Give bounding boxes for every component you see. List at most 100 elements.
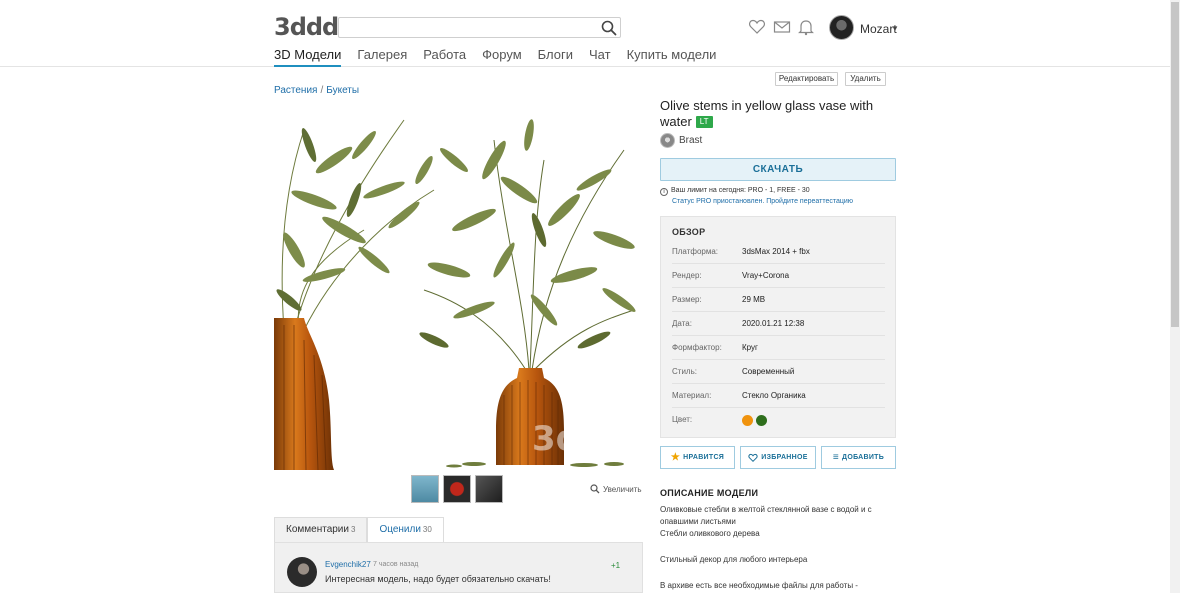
main-nav: 3D Модели Галерея Работа Форум Блоги Чат… bbox=[274, 47, 716, 67]
model-preview-image[interactable]: 3ddd bbox=[274, 100, 642, 470]
author-avatar[interactable] bbox=[660, 133, 675, 148]
comment-text: Интересная модель, надо будет обязательн… bbox=[325, 574, 551, 584]
scrollbar[interactable] bbox=[1170, 0, 1180, 593]
overview-value[interactable]: Стекло Органика bbox=[742, 391, 806, 400]
overview-value[interactable]: Современный bbox=[742, 367, 794, 376]
color-swatch-orange[interactable] bbox=[742, 415, 753, 426]
zoom-label: Увеличить bbox=[603, 484, 642, 494]
comment-vote[interactable]: +1 bbox=[611, 561, 620, 570]
breadcrumb-item-bouquets[interactable]: Букеты bbox=[326, 85, 359, 96]
overview-key: Материал: bbox=[672, 391, 712, 400]
overview-row-color: Цвет: bbox=[672, 408, 885, 432]
model-title-text: Olive stems in yellow glass vase with wa… bbox=[660, 98, 874, 129]
overview-key: Платформа: bbox=[672, 247, 719, 256]
tab-comments-count: 3 bbox=[350, 525, 356, 534]
search-input[interactable] bbox=[338, 17, 621, 38]
search-icon[interactable] bbox=[600, 19, 618, 37]
overview-title: ОБЗОР bbox=[672, 227, 706, 237]
pro-status-link[interactable]: Статус PRO приостановлен. Пройдите переа… bbox=[672, 196, 853, 207]
breadcrumb-separator: / bbox=[320, 85, 324, 96]
mail-icon[interactable] bbox=[773, 18, 791, 36]
olive-vase-illustration: 3ddd bbox=[274, 119, 636, 470]
thumbnail-3[interactable] bbox=[475, 475, 503, 503]
author-name[interactable]: Brast bbox=[679, 135, 702, 146]
tab-rated-label: Оценили bbox=[379, 524, 421, 535]
color-swatches bbox=[742, 415, 770, 426]
comment-time: 7 часов назад bbox=[373, 561, 419, 568]
heart-icon[interactable] bbox=[748, 18, 766, 36]
overview-value: 29 MB bbox=[742, 295, 766, 304]
like-label: НРАВИТСЯ bbox=[683, 454, 725, 461]
like-button[interactable]: ★ НРАВИТСЯ bbox=[660, 446, 735, 469]
tab-comments-label: Комментарии bbox=[286, 524, 349, 535]
overview-row-size: Размер: 29 MB bbox=[672, 288, 885, 312]
scrollbar-thumb[interactable] bbox=[1171, 2, 1179, 327]
nav-item-work[interactable]: Работа bbox=[423, 47, 466, 67]
favorite-label: ИЗБРАННОЕ bbox=[761, 454, 808, 461]
thumbnail-1[interactable] bbox=[411, 475, 439, 503]
download-button[interactable]: СКАЧАТЬ bbox=[660, 158, 896, 181]
description-paragraph: Оливковые стебли в желтой стеклянной ваз… bbox=[660, 505, 872, 526]
comment-item: Evgenchik27 7 часов назад +1 Интересная … bbox=[274, 542, 643, 593]
watermark: 3ddd bbox=[532, 419, 629, 459]
overview-panel: ОБЗОР Платформа: 3dsMax 2014 + fbx Ренде… bbox=[660, 216, 896, 438]
download-limit-info: i Ваш лимит на сегодня: PRO - 1, FREE - 3… bbox=[660, 185, 853, 207]
comment-tabs: Комментарии 3 Оценили 30 bbox=[274, 517, 444, 543]
list-add-icon: ≡ bbox=[832, 452, 840, 463]
overview-value[interactable]: Круг bbox=[742, 343, 758, 352]
nav-item-blogs[interactable]: Блоги bbox=[538, 47, 573, 67]
tab-rated[interactable]: Оценили 30 bbox=[367, 517, 444, 543]
nav-item-chat[interactable]: Чат bbox=[589, 47, 611, 67]
overview-key: Формфактор: bbox=[672, 343, 722, 352]
top-header: 3ddd Mozart ▼ 3D Модели Галерея Работа Ф… bbox=[0, 0, 1170, 67]
limit-text: Ваш лимит на сегодня: PRO - 1, FREE - 30 bbox=[671, 187, 810, 194]
overview-key: Дата: bbox=[672, 319, 692, 328]
overview-value: 3dsMax 2014 + fbx bbox=[742, 247, 810, 256]
model-title: Olive stems in yellow glass vase with wa… bbox=[660, 98, 896, 130]
overview-key: Рендер: bbox=[672, 271, 702, 280]
thumbnail-2[interactable] bbox=[443, 475, 471, 503]
overview-row-formfactor: Формфактор: Круг bbox=[672, 336, 885, 360]
description-paragraph: В архиве есть все необходимые файлы для … bbox=[660, 581, 858, 590]
description-paragraph: Стебли оливкового дерева bbox=[660, 529, 760, 538]
overview-key: Размер: bbox=[672, 295, 702, 304]
comment-author[interactable]: Evgenchik27 bbox=[325, 560, 371, 569]
description-title: ОПИСАНИЕ МОДЕЛИ bbox=[660, 488, 759, 498]
overview-row-style: Стиль: Современный bbox=[672, 360, 885, 384]
nav-item-buy-models[interactable]: Купить модели bbox=[627, 47, 717, 67]
nav-item-forum[interactable]: Форум bbox=[482, 47, 522, 67]
add-to-collection-button[interactable]: ≡ ДОБАВИТЬ bbox=[821, 446, 896, 469]
nav-item-3d-models[interactable]: 3D Модели bbox=[274, 47, 342, 67]
description-paragraph: Стильный декор для любого интерьера bbox=[660, 555, 808, 564]
overview-key: Цвет: bbox=[672, 415, 693, 424]
overview-row-material: Материал: Стекло Органика bbox=[672, 384, 885, 408]
site-logo[interactable]: 3ddd bbox=[274, 14, 339, 40]
overview-row-date: Дата: 2020.01.21 12:38 bbox=[672, 312, 885, 336]
tab-rated-count: 30 bbox=[422, 525, 432, 534]
bell-icon[interactable] bbox=[797, 18, 815, 36]
magnifier-icon bbox=[590, 484, 600, 494]
favorite-button[interactable]: ИЗБРАННОЕ bbox=[740, 446, 816, 469]
overview-value: 2020.01.21 12:38 bbox=[742, 319, 805, 328]
heart-icon bbox=[748, 453, 758, 462]
nav-item-gallery[interactable]: Галерея bbox=[357, 47, 407, 67]
chevron-down-icon[interactable]: ▼ bbox=[891, 24, 899, 33]
zoom-button[interactable]: Увеличить bbox=[590, 484, 642, 494]
edit-button[interactable]: Редактировать bbox=[775, 72, 838, 86]
delete-button[interactable]: Удалить bbox=[845, 72, 886, 86]
breadcrumb-item-plants[interactable]: Растения bbox=[274, 85, 317, 96]
overview-value: Vray+Corona bbox=[742, 271, 790, 280]
tab-comments[interactable]: Комментарии 3 bbox=[274, 517, 368, 543]
comment-avatar[interactable] bbox=[287, 557, 317, 587]
user-avatar[interactable] bbox=[829, 15, 854, 40]
color-swatch-green[interactable] bbox=[756, 415, 767, 426]
lt-badge: LT bbox=[695, 116, 713, 128]
add-label: ДОБАВИТЬ bbox=[842, 454, 885, 461]
overview-row-platform: Платформа: 3dsMax 2014 + fbx bbox=[672, 240, 885, 264]
breadcrumb: Растения / Букеты bbox=[274, 85, 359, 96]
overview-row-render: Рендер: Vray+Corona bbox=[672, 264, 885, 288]
description-text: Оливковые стебли в желтой стеклянной ваз… bbox=[660, 504, 896, 592]
star-icon: ★ bbox=[670, 452, 681, 463]
info-icon: i bbox=[660, 188, 668, 196]
overview-key: Стиль: bbox=[672, 367, 697, 376]
